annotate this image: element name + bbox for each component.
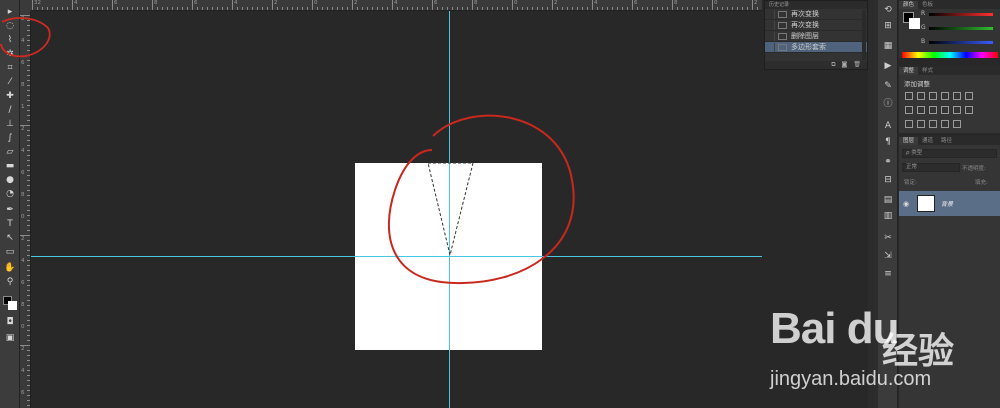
lock-label: 锁定:: [904, 180, 917, 186]
tab-swatches[interactable]: 色板: [918, 1, 937, 9]
brush-presets-icon[interactable]: ⊞: [882, 20, 894, 32]
adjustments-panel-tabs: 调整 样式: [899, 66, 1000, 75]
history-panel: 历史记录 再次变换 再次变换 删除图层 多边形套索 ⧉ ◙ 🗑: [764, 0, 868, 70]
adjustments-panel: 调整 样式 添加调整: [899, 66, 1000, 133]
hue-saturation-icon[interactable]: [965, 92, 973, 100]
history-state-icon: [778, 43, 787, 51]
tab-layers[interactable]: 图层: [899, 137, 919, 145]
layers-panel-tabs: 图层 通道 路径: [899, 136, 1000, 145]
gradient-map-icon[interactable]: [941, 120, 949, 128]
properties-icon[interactable]: ⊟: [882, 174, 894, 186]
history-footer: ⧉ ◙ 🗑: [765, 61, 867, 69]
annotation-circle-tools: [0, 17, 51, 58]
history-state-icon: [778, 21, 787, 29]
blue-channel-slider[interactable]: [929, 41, 993, 44]
history-item-label: 多边形套索: [791, 43, 826, 51]
polygon-selection-marquee: [427, 162, 474, 256]
history-snapshot-checkbox[interactable]: [766, 9, 775, 19]
color-background-swatch[interactable]: [909, 18, 920, 29]
adjustment-icons-row-3: [905, 120, 961, 128]
history-item[interactable]: 再次变换: [765, 9, 867, 20]
layer-comps-icon[interactable]: ▥: [882, 210, 894, 222]
history-item-label: 再次变换: [791, 21, 819, 29]
adjustments-heading: 添加调整: [904, 80, 930, 88]
brightness-contrast-icon[interactable]: [905, 92, 913, 100]
timeline-icon[interactable]: ≡: [882, 268, 894, 280]
tab-channels[interactable]: 通道: [918, 137, 937, 145]
tools-settings-icon[interactable]: ✂: [882, 232, 894, 244]
visibility-eye-icon[interactable]: ◉: [903, 200, 909, 208]
tool-presets-icon[interactable]: ✎: [882, 80, 894, 92]
history-item-label: 再次变换: [791, 10, 819, 18]
watermark-url: jingyan.baidu.com: [770, 368, 932, 390]
layer-name[interactable]: 背景: [941, 199, 953, 208]
red-channel-slider[interactable]: [929, 13, 993, 16]
history-scrollbar[interactable]: [862, 10, 866, 60]
tab-paths[interactable]: 路径: [937, 137, 956, 145]
exposure-icon[interactable]: [941, 92, 949, 100]
baidu-logo: Bai du: [770, 304, 899, 353]
history-snapshot-checkbox[interactable]: [766, 31, 775, 41]
history-item-selected[interactable]: 多边形套索: [765, 42, 867, 53]
invert-icon[interactable]: [965, 106, 973, 114]
annotation-circle-canvas: [387, 114, 575, 285]
blue-channel-label: B: [921, 38, 926, 45]
clone-source-icon[interactable]: ⚭: [882, 156, 894, 168]
shadows-highlights-icon[interactable]: [953, 120, 961, 128]
levels-icon[interactable]: [917, 92, 925, 100]
swatches-icon[interactable]: ▦: [882, 40, 894, 52]
vibrance-icon[interactable]: [953, 92, 961, 100]
fill-label: 填充:: [975, 180, 988, 186]
color-panel-tabs: 颜色 色板: [899, 0, 1000, 9]
history-panel-title: 历史记录: [765, 1, 867, 9]
history-snapshot-checkbox[interactable]: [766, 42, 775, 52]
opacity-label: 不透明度:: [962, 166, 986, 172]
new-document-from-state-icon[interactable]: ⧉: [831, 61, 835, 69]
layer-thumbnail: [917, 195, 935, 212]
photo-filter-icon[interactable]: [929, 106, 937, 114]
new-snapshot-icon[interactable]: ◙: [842, 61, 848, 69]
history-item[interactable]: 再次变换: [765, 20, 867, 31]
color-lookup-icon[interactable]: [953, 106, 961, 114]
history-item-label: 删除图层: [791, 32, 819, 40]
layer-filter-select[interactable]: ρ 类型: [902, 149, 997, 158]
actions-play-icon[interactable]: ▶: [882, 60, 894, 72]
blend-mode-select[interactable]: 正常: [902, 163, 960, 172]
baidu-jingyan-watermark: Bai du 经验 jingyan.baidu.com: [770, 304, 998, 404]
adjustment-icons-row-1: [905, 92, 973, 100]
adjustment-icons-row-2: [905, 106, 973, 114]
color-balance-icon[interactable]: [905, 106, 913, 114]
red-channel-label: R: [921, 10, 926, 17]
channel-mixer-icon[interactable]: [941, 106, 949, 114]
history-panel-icon[interactable]: ⟲: [882, 4, 894, 16]
selective-color-icon[interactable]: [929, 120, 937, 128]
info-icon[interactable]: ⓘ: [882, 98, 894, 110]
threshold-icon[interactable]: [917, 120, 925, 128]
curves-icon[interactable]: [929, 92, 937, 100]
tab-color[interactable]: 颜色: [899, 1, 919, 9]
history-item[interactable]: 删除图层: [765, 31, 867, 42]
history-state-icon: [778, 32, 787, 40]
green-channel-slider[interactable]: [929, 27, 993, 30]
color-panel: 颜色 色板 R G B: [899, 0, 1000, 58]
notes-icon[interactable]: ▤: [882, 194, 894, 206]
tab-adjustments[interactable]: 调整: [899, 67, 919, 75]
adjust-icon[interactable]: ⇲: [882, 250, 894, 262]
history-snapshot-checkbox[interactable]: [766, 20, 775, 30]
delete-state-icon[interactable]: 🗑: [853, 61, 861, 69]
character-icon[interactable]: A: [882, 120, 894, 132]
black-white-icon[interactable]: [917, 106, 925, 114]
green-channel-label: G: [921, 24, 926, 31]
posterize-icon[interactable]: [905, 120, 913, 128]
history-state-icon: [778, 10, 787, 18]
layer-row-background[interactable]: ◉ 背景: [899, 191, 1000, 216]
tab-styles[interactable]: 样式: [918, 67, 937, 75]
paragraph-icon[interactable]: ¶: [882, 136, 894, 148]
color-spectrum-ramp[interactable]: [902, 52, 998, 58]
jingyan-brand: 经验: [882, 331, 955, 372]
